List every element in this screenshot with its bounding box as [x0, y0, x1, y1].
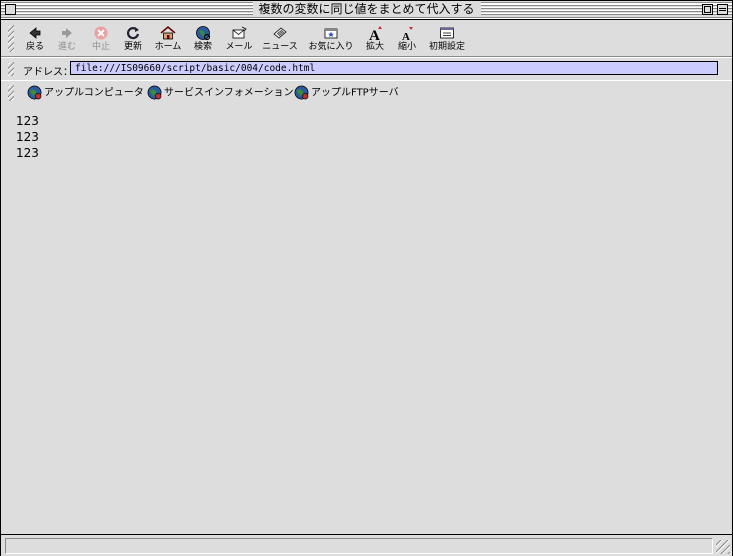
- forward-button[interactable]: 進む: [55, 23, 79, 55]
- forward-label: 進む: [57, 42, 76, 52]
- preferences-label: 初期設定: [428, 42, 465, 52]
- content-line: 123: [16, 146, 39, 160]
- text-larger-label: 拡大: [365, 42, 384, 52]
- news-button[interactable]: ニュース: [261, 23, 299, 55]
- content-line: 123: [16, 130, 39, 144]
- content-line: 123: [16, 114, 39, 128]
- refresh-label: 更新: [123, 42, 142, 52]
- favorite-apple-ftp-server[interactable]: アップルFTPサーバ: [294, 85, 399, 101]
- refresh-button[interactable]: 更新: [121, 23, 145, 55]
- text-smaller-label: 縮小: [397, 42, 416, 52]
- resize-grip-icon[interactable]: [716, 540, 730, 554]
- address-bar: アドレス： file:///IS09660/script/basic/004/c…: [1, 57, 732, 81]
- button-toolbar: 戻る 進む 中止 更新 ホーム 検索 メール ニュース お気に入り A 拡大 A…: [1, 20, 732, 57]
- search-label: 検索: [193, 42, 212, 52]
- favorite-label: アップルFTPサーバ: [311, 87, 399, 99]
- search-globe-icon: [196, 26, 211, 41]
- favorites-label: お気に入り: [308, 42, 354, 52]
- globe-icon: [147, 85, 162, 100]
- address-bar-grip[interactable]: [8, 62, 14, 76]
- back-button[interactable]: 戻る: [23, 23, 47, 55]
- globe-icon: [294, 85, 309, 100]
- stop-button[interactable]: 中止: [89, 23, 113, 55]
- stop-label: 中止: [91, 42, 110, 52]
- stop-icon: [94, 26, 108, 40]
- window-title: 複数の変数に同じ値をまとめて代入する: [252, 2, 481, 17]
- text-smaller-icon: A: [402, 27, 413, 41]
- windowshade-box[interactable]: [717, 4, 728, 15]
- favorite-label: アップルコンピュータ: [44, 87, 144, 99]
- preferences-button[interactable]: 初期設定: [427, 23, 467, 55]
- page-content: 123 123 123: [1, 105, 732, 534]
- home-icon: [160, 26, 176, 40]
- mail-icon: [232, 26, 247, 39]
- status-bar: [1, 534, 732, 556]
- favorites-icon: [324, 28, 338, 39]
- favorites-bar-grip[interactable]: [8, 85, 14, 101]
- search-button[interactable]: 検索: [191, 23, 215, 55]
- address-label: アドレス：: [23, 67, 73, 78]
- news-label: ニュース: [262, 42, 298, 52]
- news-icon: [273, 27, 287, 39]
- mail-button[interactable]: メール: [223, 23, 255, 55]
- favorite-label: サービスインフォメーション: [164, 87, 294, 99]
- text-larger-icon: A: [369, 26, 382, 41]
- close-box[interactable]: [5, 4, 16, 15]
- svg-text:A: A: [369, 28, 380, 41]
- mail-label: メール: [225, 42, 253, 52]
- toolbar-grip[interactable]: [8, 25, 14, 52]
- home-label: ホーム: [154, 42, 182, 52]
- preferences-icon: [440, 27, 454, 39]
- globe-icon: [27, 85, 42, 100]
- text-larger-button[interactable]: A 拡大: [363, 23, 387, 55]
- text-smaller-button[interactable]: A 縮小: [395, 23, 419, 55]
- favorites-button[interactable]: お気に入り: [307, 23, 355, 55]
- favorite-apple-computer[interactable]: アップルコンピュータ: [27, 85, 144, 101]
- svg-text:A: A: [402, 31, 410, 41]
- back-label: 戻る: [25, 42, 44, 52]
- status-field: [5, 538, 713, 554]
- home-button[interactable]: ホーム: [153, 23, 183, 55]
- browser-window: 複数の変数に同じ値をまとめて代入する 戻る 進む 中止 更新 ホーム 検索 メー…: [0, 0, 733, 556]
- forward-arrow-icon: [62, 28, 72, 38]
- zoom-box[interactable]: [702, 4, 713, 15]
- favorites-bar: アップルコンピュータ サービスインフォメーション アップルFTPサーバ: [1, 80, 732, 106]
- back-arrow-icon: [29, 27, 41, 39]
- refresh-icon: [126, 27, 140, 40]
- favorite-service-information[interactable]: サービスインフォメーション: [147, 85, 294, 101]
- title-bar[interactable]: 複数の変数に同じ値をまとめて代入する: [1, 1, 732, 20]
- address-field[interactable]: file:///IS09660/script/basic/004/code.ht…: [70, 61, 718, 75]
